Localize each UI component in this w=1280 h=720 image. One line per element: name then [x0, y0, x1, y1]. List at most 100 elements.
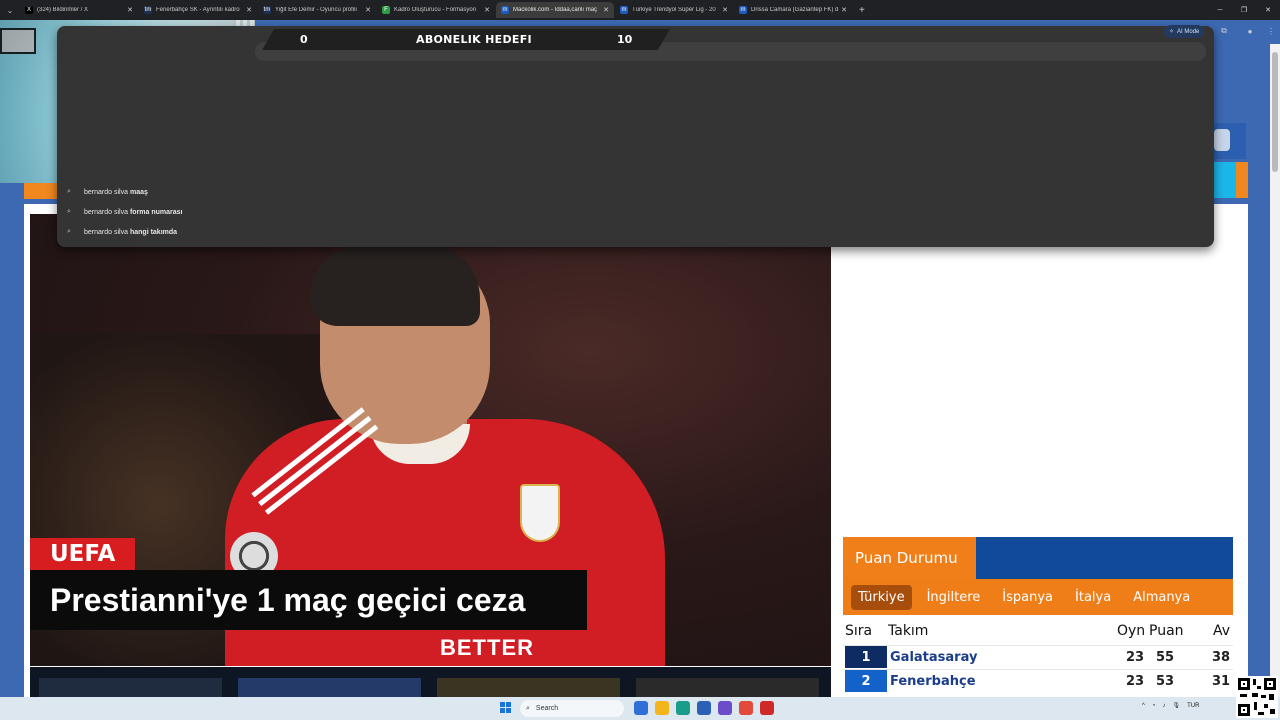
omnibox-suggestion[interactable]: ⌕ bernardo silva forma numarası — [67, 203, 183, 221]
file-explorer-icon[interactable] — [655, 701, 669, 715]
browser-tab[interactable]: m Drissa Camara (Gaziantep FK) d ✕ — [734, 2, 852, 18]
taskbar-search-label: Search — [535, 705, 559, 712]
club-crest-icon — [520, 484, 560, 542]
ai-mode-button[interactable]: ✧ AI Mode — [1164, 25, 1205, 38]
page-scrollbar[interactable] — [1270, 44, 1280, 697]
subscription-title: ABONELIK HEDEFI — [416, 33, 532, 46]
tab-search-icon[interactable]: ⌄ — [0, 0, 20, 20]
browser-tab[interactable]: m Mackolik.com - İddaa,canlı maç ✕ — [496, 2, 614, 18]
league-tab[interactable]: Türkiye — [851, 584, 912, 610]
browser-tab[interactable]: tm Fenerbahçe SK - Ayrıntılı kadro ✕ — [139, 2, 257, 18]
scrollbar-thumb[interactable] — [1272, 52, 1278, 172]
close-tab-icon[interactable]: ✕ — [127, 6, 133, 14]
suggestion-completion: forma numarası — [129, 208, 183, 216]
news-thumbnails — [30, 667, 831, 697]
standings-row[interactable]: 1 Galatasaray 23 55 38 — [843, 645, 1233, 668]
close-tab-icon[interactable]: ✕ — [365, 6, 371, 14]
qr-code-icon — [1236, 676, 1278, 718]
standings-played: 23 — [1126, 650, 1145, 665]
col-team: Takım — [888, 623, 929, 639]
taskbar-apps — [634, 701, 781, 715]
browser-tab[interactable]: F Kadro Oluşturucu - Formasyon ✕ — [377, 2, 495, 18]
omnibox-suggestion[interactable]: ⌕ bernardo silva maaş — [67, 183, 148, 201]
news-headline[interactable]: Prestianni'ye 1 maç geçici ceza — [30, 570, 587, 630]
live-scores-button[interactable] — [1214, 162, 1248, 198]
standings-team[interactable]: Galatasaray — [890, 650, 977, 665]
microphone-icon[interactable]: 🎙︎ — [1172, 702, 1180, 709]
news-thumbnail[interactable] — [238, 678, 421, 697]
tab-label: Türkiye Trendyol Süper Lig - 20 — [632, 7, 716, 13]
omnibox-dropdown: ⌕ bernardo silva maaş ⌕ bernardo silva forma … — [57, 26, 1214, 247]
browser-tab[interactable]: tm Yiğit Efe Demir - Oyuncu profili ✕ — [258, 2, 376, 18]
volume-icon[interactable]: ♪ — [1162, 703, 1165, 709]
close-tab-icon[interactable]: ✕ — [603, 6, 609, 14]
mackolik-icon: m — [620, 6, 628, 14]
league-tab[interactable]: İspanya — [995, 585, 1060, 610]
close-tab-icon[interactable]: ✕ — [484, 6, 490, 14]
chrome-icon[interactable] — [739, 701, 753, 715]
standings-team[interactable]: Fenerbahçe — [890, 674, 976, 689]
menu-icon[interactable]: ⋮ — [1266, 26, 1276, 36]
suggestion-query: bernardo silva — [84, 228, 128, 236]
league-tab[interactable]: Almanya — [1126, 585, 1197, 610]
search-icon: ⌕ — [526, 704, 530, 712]
system-tray: ^ ◔ ♪ 🎙︎ TUR — [1142, 702, 1206, 710]
omnibox-suggestion[interactable]: ⌕ bernardo silva hangi takımda — [67, 223, 177, 241]
start-button-icon[interactable] — [500, 702, 512, 714]
tab-label: Fenerbahçe SK - Ayrıntılı kadro — [156, 7, 240, 13]
news-category-label[interactable]: UEFA — [30, 538, 136, 570]
standings-header: Sıra Takım Oyn Puan Av — [843, 619, 1233, 643]
suggestion-query: bernardo silva — [84, 208, 128, 216]
tab-label: Kadro Oluşturucu - Formasyon — [394, 7, 477, 13]
app-icon[interactable] — [760, 701, 774, 715]
language-indicator[interactable]: TUR — [1187, 703, 1199, 709]
standings-row[interactable]: 2 Fenerbahçe 23 53 31 — [843, 669, 1233, 692]
close-tab-icon[interactable]: ✕ — [722, 6, 728, 14]
mackolik-icon: m — [501, 6, 509, 14]
tab-label: (324) Bildirimler / X — [37, 7, 89, 13]
close-tab-icon[interactable]: ✕ — [246, 6, 252, 14]
search-button[interactable] — [1214, 123, 1246, 159]
transfermarkt-icon: tm — [263, 6, 271, 14]
search-icon: ⌕ — [67, 228, 71, 235]
network-icon[interactable]: ◔ — [1152, 703, 1156, 709]
minimize-icon[interactable]: ─ — [1208, 0, 1232, 20]
standings-played: 23 — [1126, 674, 1145, 689]
browser-tab[interactable]: m Türkiye Trendyol Süper Lig - 20 ✕ — [615, 2, 733, 18]
news-thumbnail[interactable] — [437, 678, 620, 697]
tray-chevron-icon[interactable]: ^ — [1142, 703, 1145, 709]
tab-label: Drissa Camara (Gaziantep FK) d — [751, 7, 839, 13]
mackolik-icon: m — [739, 6, 747, 14]
browser-tab-strip: ⌄ X (324) Bildirimler / X ✕ tm Fenerbahçe SK… — [0, 0, 1280, 20]
ai-mode-icon: ✧ — [1169, 29, 1175, 35]
taskbar-search[interactable]: ⌕ Search — [520, 700, 624, 717]
news-thumbnail[interactable] — [39, 678, 222, 697]
store-icon[interactable] — [697, 701, 711, 715]
tabs-container: X (324) Bildirimler / X ✕ tm Fenerbahçe SK -… — [20, 2, 853, 18]
discord-icon[interactable] — [718, 701, 732, 715]
lineup-icon: F — [382, 6, 390, 14]
standings-title: Puan Durumu — [843, 537, 976, 579]
close-window-icon[interactable]: ✕ — [1256, 0, 1280, 20]
suggestion-completion: hangi takımda — [129, 228, 178, 236]
transfermarkt-icon: tm — [144, 6, 152, 14]
close-tab-icon[interactable]: ✕ — [841, 6, 847, 14]
restore-icon[interactable]: ❐ — [1232, 0, 1256, 20]
edge-icon[interactable] — [676, 701, 690, 715]
profile-icon[interactable]: ● — [1245, 26, 1255, 36]
tab-label: Yiğit Efe Demir - Oyuncu profili — [275, 7, 357, 13]
standings-avg: 31 — [1212, 674, 1231, 689]
standings-widget: Puan Durumu Türkiye İngiltere İspanya İtaly… — [843, 537, 1233, 697]
search-icon: ⌕ — [67, 208, 71, 215]
league-tab[interactable]: İtalya — [1068, 585, 1118, 610]
subscription-current: 0 — [300, 33, 308, 46]
news-thumbnail[interactable] — [636, 678, 819, 697]
copilot-icon[interactable] — [634, 701, 648, 715]
browser-tab[interactable]: X (324) Bildirimler / X ✕ — [20, 2, 138, 18]
league-tab[interactable]: İngiltere — [920, 585, 988, 610]
standings-points: 55 — [1156, 650, 1175, 665]
subscription-target: 10 — [617, 33, 633, 46]
window-controls: ─ ❐ ✕ — [1208, 0, 1280, 20]
new-tab-button[interactable]: + — [859, 5, 865, 16]
extensions-icon[interactable]: ⧉ — [1219, 26, 1229, 36]
